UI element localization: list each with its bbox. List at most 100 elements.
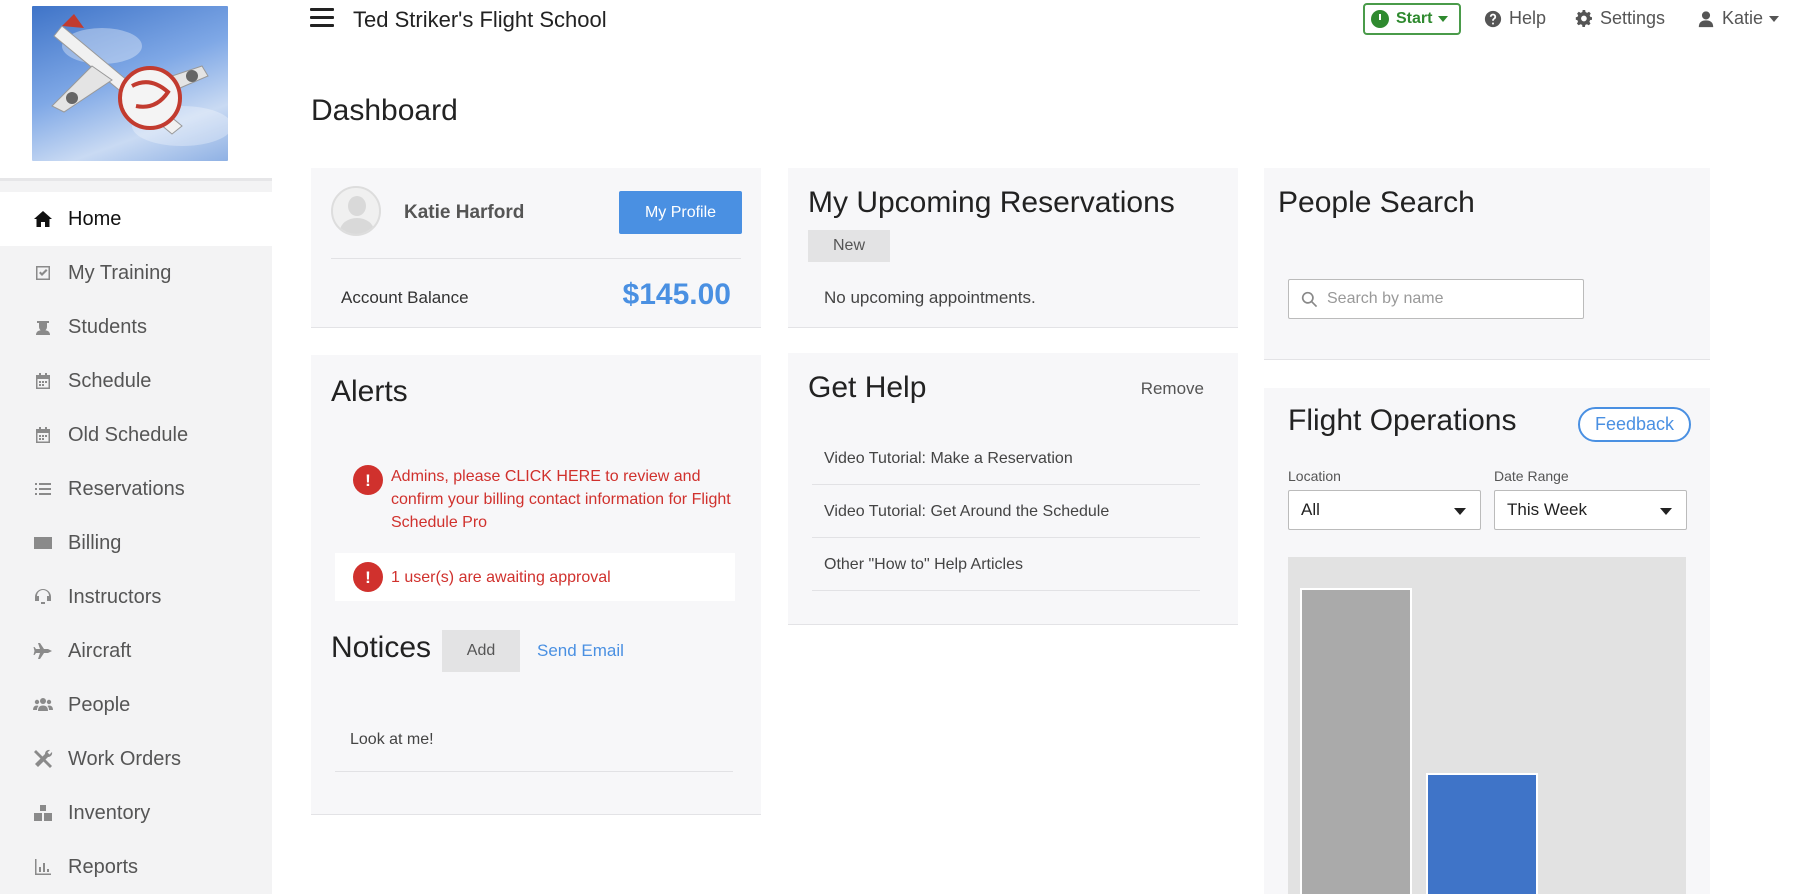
user-icon	[1698, 10, 1714, 27]
empty-reservations-text: No upcoming appointments.	[824, 288, 1036, 307]
flight-operations-chart	[1288, 557, 1686, 894]
chevron-down-icon	[1454, 508, 1466, 515]
chart-bar[interactable]	[1300, 588, 1412, 894]
my-profile-button[interactable]: My Profile	[619, 191, 742, 234]
chevron-down-icon	[1769, 15, 1780, 22]
location-value: All	[1301, 500, 1320, 519]
chart-bar[interactable]	[1426, 773, 1538, 894]
alert-billing[interactable]: ! Admins, please CLICK HERE to review an…	[353, 465, 733, 534]
notices-title: Notices	[331, 631, 432, 664]
start-button[interactable]: Start	[1363, 3, 1461, 35]
alert-approval[interactable]: ! 1 user(s) are awaiting approval	[335, 553, 735, 601]
flight-operations-card: Flight Operations Feedback Location All …	[1264, 388, 1710, 894]
sidebar-item-label: Reservations	[68, 477, 185, 500]
get-help-title: Get Help	[808, 371, 927, 404]
chevron-down-icon	[1660, 508, 1672, 515]
school-logo[interactable]	[32, 6, 228, 161]
sidebar-item-billing[interactable]: Billing	[0, 516, 272, 570]
alerts-card: Alerts ! Admins, please CLICK HERE to re…	[311, 355, 761, 815]
home-icon	[32, 208, 54, 230]
start-button-label: Start	[1396, 10, 1433, 27]
calendar-icon	[32, 424, 54, 446]
calendar-icon	[32, 370, 54, 392]
sidebar-item-work-orders[interactable]: Work Orders	[0, 732, 272, 786]
account-balance-value: $145.00	[622, 278, 731, 311]
question-icon	[1484, 10, 1502, 27]
reservations-card: My Upcoming Reservations New No upcoming…	[788, 168, 1238, 328]
sidebar-item-old-schedule[interactable]: Old Schedule	[0, 408, 272, 462]
search-input-wrapper[interactable]	[1288, 279, 1584, 319]
checkbox-icon	[32, 262, 54, 284]
sidebar-item-my-training[interactable]: My Training	[0, 246, 272, 300]
app-root: Home My Training Students Schedule Old S…	[0, 0, 1796, 894]
sidebar-item-label: Instructors	[68, 585, 162, 608]
send-email-link[interactable]: Send Email	[537, 641, 624, 661]
avatar[interactable]	[331, 186, 381, 236]
sidebar-item-label: Students	[68, 315, 147, 338]
sidebar-item-home[interactable]: Home	[0, 192, 272, 246]
flight-operations-title: Flight Operations	[1288, 404, 1517, 437]
sidebar-item-label: Old Schedule	[68, 423, 189, 446]
alerts-title: Alerts	[331, 375, 408, 408]
sidebar-item-label: Schedule	[68, 369, 152, 392]
sidebar-item-label: Reports	[68, 855, 139, 878]
settings-link[interactable]: Settings	[1575, 8, 1665, 29]
get-help-card: Get Help Remove Video Tutorial: Make a R…	[788, 353, 1238, 625]
location-select[interactable]: All	[1288, 490, 1481, 530]
help-item-schedule[interactable]: Video Tutorial: Get Around the Schedule	[812, 486, 1200, 538]
student-icon	[32, 316, 54, 338]
airplane-logo-icon	[51, 14, 228, 146]
gear-icon	[1575, 9, 1593, 27]
sidebar-item-label: Aircraft	[68, 639, 132, 662]
divider	[331, 258, 741, 259]
list-icon	[32, 478, 54, 500]
settings-label: Settings	[1600, 8, 1666, 28]
sidebar-item-inventory[interactable]: Inventory	[0, 786, 272, 840]
help-item-make-reservation[interactable]: Video Tutorial: Make a Reservation	[812, 433, 1200, 485]
user-name: Katie	[1722, 8, 1764, 28]
bar-chart-icon	[32, 856, 54, 878]
help-item-how-to[interactable]: Other "How to" Help Articles	[812, 539, 1200, 591]
sidebar-item-label: People	[68, 693, 131, 716]
exclamation-icon: !	[353, 562, 383, 592]
exclamation-icon: !	[353, 465, 383, 495]
sidebar-item-reservations[interactable]: Reservations	[0, 462, 272, 516]
sidebar-item-label: Work Orders	[68, 747, 181, 770]
sidebar-item-label: Inventory	[68, 801, 151, 824]
sidebar-item-aircraft[interactable]: Aircraft	[0, 624, 272, 678]
new-reservation-button[interactable]: New	[808, 230, 890, 262]
sidebar-item-students[interactable]: Students	[0, 300, 272, 354]
clock-icon	[1371, 10, 1389, 28]
sidebar-item-schedule[interactable]: Schedule	[0, 354, 272, 408]
user-menu[interactable]: Katie	[1697, 8, 1780, 29]
alert-text[interactable]: 1 user(s) are awaiting approval	[391, 566, 611, 589]
top-bar: Ted Striker's Flight School Start Help S…	[272, 0, 1796, 40]
remove-link[interactable]: Remove	[1141, 379, 1204, 399]
profile-card: Katie Harford My Profile Account Balance…	[311, 168, 761, 328]
menu-icon[interactable]	[310, 8, 334, 28]
sidebar-item-reports[interactable]: Reports	[0, 840, 272, 894]
help-label: Help	[1509, 8, 1547, 28]
sidebar-nav: Home My Training Students Schedule Old S…	[0, 192, 272, 894]
location-label: Location	[1288, 468, 1341, 484]
feedback-button[interactable]: Feedback	[1578, 407, 1691, 442]
alert-text[interactable]: Admins, please CLICK HERE to review and …	[391, 465, 733, 534]
chevron-down-icon	[1438, 16, 1449, 22]
date-range-select[interactable]: This Week	[1494, 490, 1687, 530]
sidebar-item-people[interactable]: People	[0, 678, 272, 732]
headset-icon	[32, 586, 54, 608]
add-notice-button[interactable]: Add	[442, 630, 520, 672]
school-title: Ted Striker's Flight School	[353, 7, 607, 32]
help-link[interactable]: Help	[1484, 8, 1546, 29]
card-icon	[32, 532, 54, 554]
notice-item: Look at me!	[350, 731, 434, 748]
boxes-icon	[32, 802, 54, 824]
search-icon	[1301, 291, 1318, 307]
date-range-value: This Week	[1507, 500, 1587, 519]
search-input[interactable]	[1327, 290, 1567, 308]
tools-icon	[32, 748, 54, 770]
sidebar-item-instructors[interactable]: Instructors	[0, 570, 272, 624]
people-icon	[32, 694, 54, 716]
sidebar-item-label: Billing	[68, 531, 122, 554]
divider	[335, 771, 733, 772]
